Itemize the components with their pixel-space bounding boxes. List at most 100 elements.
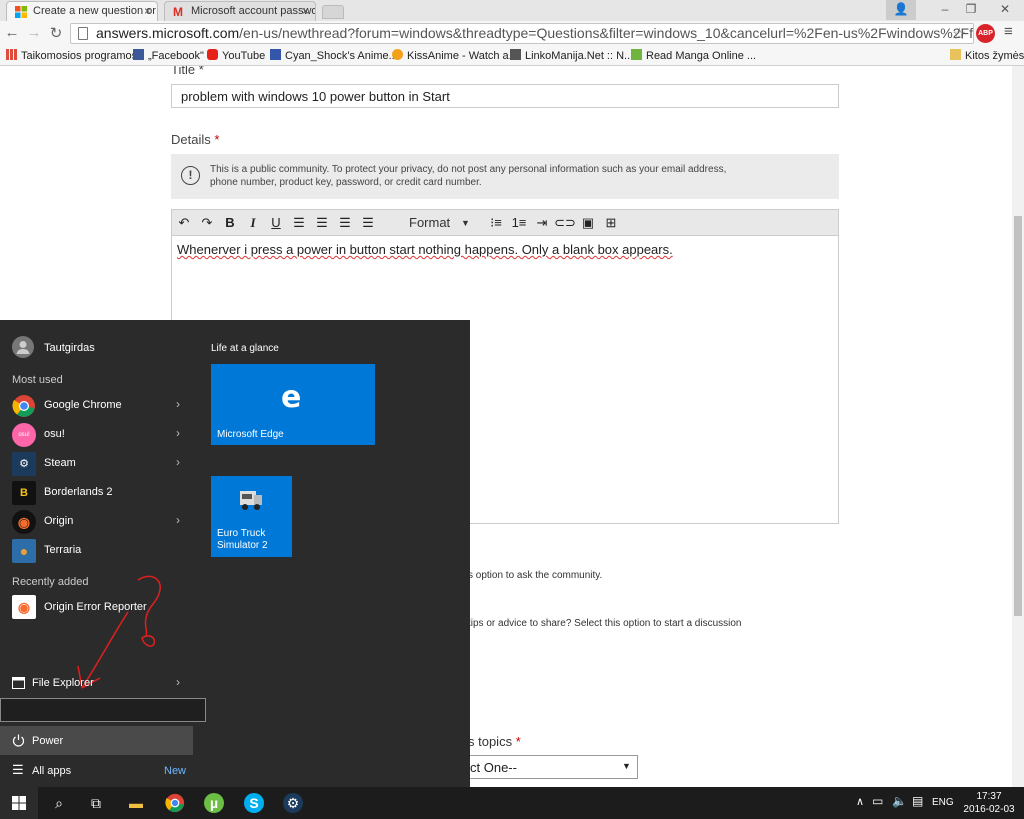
manga-icon xyxy=(631,49,642,60)
underline-icon[interactable]: U xyxy=(265,213,287,233)
forward-icon[interactable]: → xyxy=(24,24,44,41)
app-steam[interactable]: ⚙ Steam › xyxy=(0,449,193,478)
steam-icon: ⚙ xyxy=(12,452,36,476)
new-badge: New xyxy=(164,765,187,777)
chevron-right-icon[interactable]: › xyxy=(176,397,180,411)
chevron-right-icon[interactable]: › xyxy=(176,455,180,469)
bullet-list-icon[interactable]: ⁝≡ xyxy=(485,213,507,233)
close-tab-icon[interactable]: × xyxy=(144,4,151,18)
close-window-icon[interactable]: ✕ xyxy=(990,0,1020,20)
list-icon: ☰ xyxy=(12,762,24,777)
tile-euro-truck-simulator[interactable]: Euro Truck Simulator 2 xyxy=(211,476,292,557)
bookmark-star-icon[interactable]: ☆ xyxy=(952,24,966,44)
all-apps-button[interactable]: ☰ All apps New xyxy=(0,756,193,784)
bookmark-icon xyxy=(510,49,521,60)
bookmark-linkomanija[interactable]: LinkoManija.Net :: N... xyxy=(510,49,633,62)
bookmark-read-manga[interactable]: Read Manga Online ... xyxy=(631,49,756,62)
other-bookmarks[interactable]: Kitos žymės xyxy=(950,49,1024,62)
tab-microsoft-account[interactable]: M Microsoft account passwo × xyxy=(164,1,316,21)
bookmark-apps[interactable]: Taikomosios programos xyxy=(6,49,137,62)
details-label: Details * xyxy=(171,132,220,147)
app-osu[interactable]: osu! osu! › xyxy=(0,420,193,449)
search-icon[interactable]: ⌕ xyxy=(47,792,71,814)
youtube-icon xyxy=(207,49,218,60)
app-origin[interactable]: ◉ Origin › xyxy=(0,507,193,536)
bookmarks-bar: Taikomosios programos „Facebook" YouTube… xyxy=(0,46,1024,66)
adblock-icon[interactable]: ABP xyxy=(976,24,995,43)
tile-microsoft-edge[interactable]: e Microsoft Edge xyxy=(211,364,375,445)
user-icon[interactable]: 👤 xyxy=(886,0,916,20)
browser-tab-strip: Create a new question or : × M Microsoft… xyxy=(0,0,1024,21)
menu-icon[interactable]: ≡ xyxy=(1004,23,1013,40)
bookmark-kissanime[interactable]: KissAnime - Watch a... xyxy=(392,49,518,62)
bookmark-facebook[interactable]: „Facebook" xyxy=(133,49,204,62)
power-button[interactable]: Power xyxy=(0,726,193,755)
link-icon[interactable]: ⊂⊃ xyxy=(554,213,576,233)
restore-icon[interactable]: ❐ xyxy=(956,0,986,20)
microsoft-logo-icon xyxy=(15,6,27,18)
new-tab-button[interactable] xyxy=(322,5,344,19)
gmail-icon: M xyxy=(173,5,183,19)
app-borderlands-2[interactable]: B Borderlands 2 xyxy=(0,478,193,507)
url-domain: answers.microsoft.com xyxy=(96,25,240,41)
avatar[interactable] xyxy=(12,336,34,358)
back-icon[interactable]: ← xyxy=(2,24,22,41)
numbered-list-icon[interactable]: 1≡ xyxy=(508,213,530,233)
format-dropdown[interactable]: Format ▼ xyxy=(403,213,473,233)
url-path: /en-us/newthread?forum=windows&threadtyp… xyxy=(239,25,974,41)
privacy-notice: ! This is a public community. To protect… xyxy=(171,154,839,199)
file-explorer-icon xyxy=(12,677,25,689)
user-icon xyxy=(16,341,30,354)
folder-icon[interactable]: ▬ xyxy=(124,792,148,814)
align-left-icon[interactable]: ☰ xyxy=(288,213,310,233)
notification-icon[interactable]: ▤ xyxy=(912,794,923,808)
tab-title: Microsoft account passwo xyxy=(191,5,316,17)
user-name[interactable]: Tautgirdas xyxy=(44,342,95,354)
skype-icon[interactable]: S xyxy=(242,792,266,814)
title-input[interactable]: problem with windows 10 power button in … xyxy=(171,84,839,108)
bookmark-youtube[interactable]: YouTube xyxy=(207,49,265,62)
undo-icon[interactable]: ↶ xyxy=(173,213,195,233)
align-center-icon[interactable]: ☰ xyxy=(311,213,333,233)
italic-icon[interactable]: I xyxy=(242,213,264,233)
page-icon xyxy=(78,27,88,40)
chevron-right-icon[interactable]: › xyxy=(176,426,180,440)
folder-icon xyxy=(950,49,961,60)
table-icon[interactable]: ⊞ xyxy=(600,213,622,233)
align-justify-icon[interactable]: ☰ xyxy=(357,213,379,233)
chrome-icon xyxy=(12,395,35,417)
topic-select[interactable]: ct One-- ▼ xyxy=(455,755,638,779)
blank-power-box xyxy=(0,698,206,722)
redo-icon[interactable]: ↷ xyxy=(196,213,218,233)
chrome-taskbar-icon[interactable] xyxy=(163,792,187,814)
close-tab-icon[interactable]: × xyxy=(302,4,309,18)
clock[interactable]: 17:37 2016-02-03 xyxy=(960,790,1018,816)
utorrent-icon[interactable]: µ xyxy=(202,792,226,814)
bookmark-cyan-shock[interactable]: Cyan_Shock's Anime... xyxy=(270,49,398,62)
indent-icon[interactable]: ⇥ xyxy=(531,213,553,233)
tab-create-question[interactable]: Create a new question or : × xyxy=(6,1,158,21)
volume-icon[interactable]: 🔈 xyxy=(892,794,907,808)
align-right-icon[interactable]: ☰ xyxy=(334,213,356,233)
page-scrollbar[interactable] xyxy=(1012,66,1024,787)
app-google-chrome[interactable]: Google Chrome › xyxy=(0,391,193,420)
discussion-option-text: tips or advice to share? Select this opt… xyxy=(468,618,742,629)
bold-icon[interactable]: B xyxy=(219,213,241,233)
scrollbar-thumb[interactable] xyxy=(1014,216,1022,616)
tab-title: Create a new question or : xyxy=(33,5,158,17)
terraria-icon: ● xyxy=(12,539,36,563)
chevron-down-icon: ▼ xyxy=(461,218,470,228)
url-input[interactable]: answers.microsoft.com/en-us/newthread?fo… xyxy=(70,23,974,44)
network-icon[interactable]: ▭ xyxy=(872,794,883,808)
chevron-right-icon[interactable]: › xyxy=(176,675,180,689)
image-icon[interactable]: ▣ xyxy=(577,213,599,233)
show-hidden-icons[interactable]: ∧ xyxy=(856,795,864,808)
reload-icon[interactable]: ↻ xyxy=(46,24,66,42)
app-terraria[interactable]: ● Terraria xyxy=(0,536,193,565)
chevron-right-icon[interactable]: › xyxy=(176,513,180,527)
language-indicator[interactable]: ENG xyxy=(932,797,954,808)
steam-taskbar-icon[interactable]: ⚙ xyxy=(281,792,305,814)
file-explorer-item[interactable]: File Explorer › xyxy=(0,669,193,697)
start-button[interactable] xyxy=(0,787,38,819)
task-view-icon[interactable]: ⧉ xyxy=(84,792,108,814)
